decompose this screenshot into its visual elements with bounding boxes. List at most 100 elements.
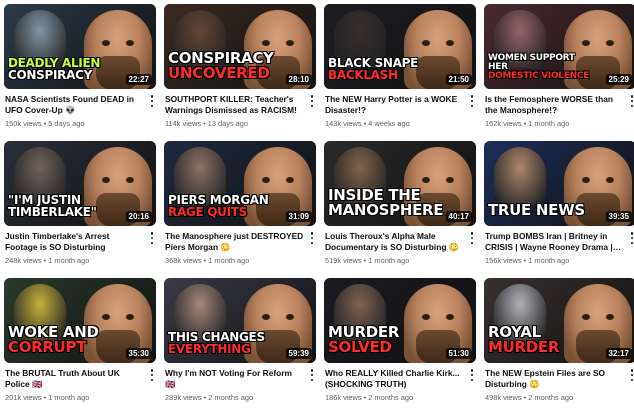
thumbnail-headline-line-2: MURDER: [488, 338, 560, 356]
video-title[interactable]: The NEW Harry Potter is a WOKE Disaster!…: [325, 94, 464, 116]
more-options-icon[interactable]: [628, 231, 634, 245]
video-thumbnail[interactable]: DEADLY ALIEN CONSPIRACY 22:27: [4, 4, 156, 89]
view-count: 150k views: [5, 119, 42, 128]
video-title[interactable]: Is the Femosphere WORSE than the Manosph…: [485, 94, 624, 116]
upload-age: 2 months ago: [528, 393, 574, 402]
video-card[interactable]: ROYAL MURDER 32:17 The NEW Epstein Files…: [484, 278, 634, 409]
view-count: 248k views: [5, 256, 42, 265]
thumbnail-headline-line-2: TRUE NEWS: [488, 201, 585, 219]
video-card[interactable]: PIERS MORGAN RAGE QUITS 31:09 The Manosp…: [164, 141, 316, 272]
video-title[interactable]: Trump BOMBS Iran | Britney in CRISIS | W…: [485, 231, 624, 253]
video-stats: 289k views • 2 months ago: [165, 393, 304, 402]
video-meta: The BRUTAL Truth About UK Police 🇬🇧 201k…: [4, 363, 156, 402]
video-stats: 519k views • 1 month ago: [325, 256, 464, 265]
video-thumbnail[interactable]: WOMEN SUPPORT HER DOMESTIC VIOLENCE 25:2…: [484, 4, 634, 89]
thumbnail-headline-line-2: SOLVED: [328, 338, 392, 356]
upload-age: 1 month ago: [48, 256, 90, 265]
video-title[interactable]: SOUTHPORT KILLER: Teacher's Warnings Dis…: [165, 94, 304, 116]
video-duration: 28:10: [285, 74, 312, 85]
video-card[interactable]: MURDER SOLVED 51:30 Who REALLY Killed Ch…: [324, 278, 476, 409]
video-title[interactable]: The Manosphere just DESTROYED Piers Morg…: [165, 231, 304, 253]
video-stats: 498k views • 2 months ago: [485, 393, 624, 402]
video-card[interactable]: "I'M JUSTIN TIMBERLAKE" 20:16 Justin Tim…: [4, 141, 156, 272]
video-card[interactable]: BLACK SNAPE BACKLASH 21:50 The NEW Harry…: [324, 4, 476, 135]
video-stats: 248k views • 1 month ago: [5, 256, 144, 265]
video-stats: 114k views • 13 days ago: [165, 119, 304, 128]
video-meta: NASA Scientists Found DEAD in UFO Cover-…: [4, 89, 156, 128]
video-thumbnail[interactable]: TRUE NEWS 39:35: [484, 141, 634, 226]
video-meta: The Manosphere just DESTROYED Piers Morg…: [164, 226, 316, 265]
video-thumbnail[interactable]: BLACK SNAPE BACKLASH 21:50: [324, 4, 476, 89]
video-duration: 40:17: [445, 211, 472, 222]
video-thumbnail[interactable]: INSIDE THE MANOSPHERE 40:17: [324, 141, 476, 226]
video-duration: 59:39: [285, 348, 312, 359]
video-thumbnail[interactable]: "I'M JUSTIN TIMBERLAKE" 20:16: [4, 141, 156, 226]
video-thumbnail[interactable]: THIS CHANGES EVERYTHING 59:39: [164, 278, 316, 363]
video-title[interactable]: Justin Timberlake's Arrest Footage is SO…: [5, 231, 144, 253]
video-card[interactable]: THIS CHANGES EVERYTHING 59:39 Why I'm NO…: [164, 278, 316, 409]
video-card[interactable]: CONSPIRACY UNCOVERED 28:10 SOUTHPORT KIL…: [164, 4, 316, 135]
upload-age: 1 month ago: [48, 393, 90, 402]
video-title[interactable]: Who REALLY Killed Charlie Kirk... (SHOCK…: [325, 368, 464, 390]
video-stats: 368k views • 1 month ago: [165, 256, 304, 265]
thumbnail-headline-line-2: BACKLASH: [328, 68, 398, 82]
thumbnail-headline-line-2: TIMBERLAKE": [8, 205, 97, 219]
video-duration: 20:16: [125, 211, 152, 222]
thumbnail-headline: PIERS MORGAN RAGE QUITS: [168, 194, 276, 218]
video-thumbnail[interactable]: MURDER SOLVED 51:30: [324, 278, 476, 363]
video-title[interactable]: Louis Theroux's Alpha Male Documentary i…: [325, 231, 464, 253]
thumbnail-headline: MURDER SOLVED: [328, 325, 436, 355]
more-options-icon[interactable]: [308, 231, 316, 245]
thumbnail-headline: BLACK SNAPE BACKLASH: [328, 57, 436, 81]
video-duration: 22:27: [125, 74, 152, 85]
more-options-icon[interactable]: [148, 94, 156, 108]
video-meta: Is the Femosphere WORSE than the Manosph…: [484, 89, 634, 128]
upload-age: 5 days ago: [48, 119, 85, 128]
view-count: 498k views: [485, 393, 522, 402]
video-duration: 32:17: [605, 348, 632, 359]
video-duration: 35:30: [125, 348, 152, 359]
video-title[interactable]: NASA Scientists Found DEAD in UFO Cover-…: [5, 94, 144, 116]
video-meta: Who REALLY Killed Charlie Kirk... (SHOCK…: [324, 363, 476, 402]
video-title[interactable]: Why I'm NOT Voting For Reform 🇬🇧: [165, 368, 304, 390]
thumbnail-headline: INSIDE THE MANOSPHERE: [328, 188, 444, 218]
video-card[interactable]: WOMEN SUPPORT HER DOMESTIC VIOLENCE 25:2…: [484, 4, 634, 135]
thumbnail-headline-line-2: CORRUPT: [8, 338, 87, 356]
video-card[interactable]: INSIDE THE MANOSPHERE 40:17 Louis Therou…: [324, 141, 476, 272]
more-options-icon[interactable]: [468, 94, 476, 108]
more-options-icon[interactable]: [628, 94, 634, 108]
video-thumbnail[interactable]: WOKE AND CORRUPT 35:30: [4, 278, 156, 363]
video-title[interactable]: The NEW Epstein Files are SO Disturbing …: [485, 368, 624, 390]
video-duration: 25:29: [605, 74, 632, 85]
video-stats: 186k views • 2 months ago: [325, 393, 464, 402]
more-options-icon[interactable]: [468, 368, 476, 382]
view-count: 289k views: [165, 393, 202, 402]
video-stats: 143k views • 4 weeks ago: [325, 119, 464, 128]
view-count: 368k views: [165, 256, 202, 265]
more-options-icon[interactable]: [628, 368, 634, 382]
more-options-icon[interactable]: [308, 94, 316, 108]
video-thumbnail[interactable]: PIERS MORGAN RAGE QUITS 31:09: [164, 141, 316, 226]
thumbnail-headline: CONSPIRACY UNCOVERED: [168, 51, 276, 81]
more-options-icon[interactable]: [148, 368, 156, 382]
view-count: 156k views: [485, 256, 522, 265]
view-count: 143k views: [325, 119, 362, 128]
video-stats: 201k views • 1 month ago: [5, 393, 144, 402]
thumbnail-headline: THIS CHANGES EVERYTHING: [168, 331, 276, 355]
video-stats: 156k views • 1 month ago: [485, 256, 624, 265]
video-title[interactable]: The BRUTAL Truth About UK Police 🇬🇧: [5, 368, 144, 390]
more-options-icon[interactable]: [308, 368, 316, 382]
video-stats: 150k views • 5 days ago: [5, 119, 144, 128]
more-options-icon[interactable]: [148, 231, 156, 245]
video-meta: Louis Theroux's Alpha Male Documentary i…: [324, 226, 476, 265]
video-card[interactable]: TRUE NEWS 39:35 Trump BOMBS Iran | Britn…: [484, 141, 634, 272]
video-card[interactable]: DEADLY ALIEN CONSPIRACY 22:27 NASA Scien…: [4, 4, 156, 135]
video-thumbnail[interactable]: ROYAL MURDER 32:17: [484, 278, 634, 363]
view-count: 186k views: [325, 393, 362, 402]
video-card[interactable]: WOKE AND CORRUPT 35:30 The BRUTAL Truth …: [4, 278, 156, 409]
video-duration: 31:09: [285, 211, 312, 222]
video-thumbnail[interactable]: CONSPIRACY UNCOVERED 28:10: [164, 4, 316, 89]
more-options-icon[interactable]: [468, 231, 476, 245]
thumbnail-headline: ROYAL MURDER: [488, 325, 596, 355]
video-meta: Why I'm NOT Voting For Reform 🇬🇧 289k vi…: [164, 363, 316, 402]
